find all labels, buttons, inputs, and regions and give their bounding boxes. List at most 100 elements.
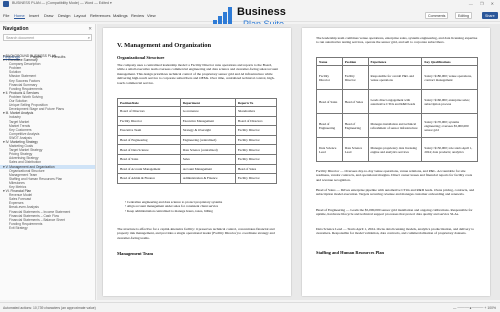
tab-draw[interactable]: Draw [44,13,53,18]
table-cell: Facility Director [316,65,343,90]
bullet-item: Keep administration centralized to manag… [125,209,281,213]
zoom-slider[interactable]: — ─────●───── + 100% [453,306,496,310]
table-row: Head of Account Management Account Manage… [117,163,278,175]
editing-mode-button[interactable]: Editing [455,12,472,19]
table-header: Experience [367,57,423,66]
paragraph-data-science-lead: Data Science Lead — Starts April 1, 2024… [316,227,475,236]
table-row: Executive Team Strategy & Oversight Facili… [117,125,278,136]
table-header: Position [341,57,369,66]
table-cell: Head of Data Science [117,144,181,155]
window-controls[interactable]: — ❐ ✕ [469,1,497,6]
table-cell: Facility Director [117,115,181,127]
close-icon[interactable]: ✕ [88,26,92,32]
tab-home[interactable]: Home [14,13,25,19]
table-cell: Salary: $150,000; role starts April 1, 2… [421,137,478,162]
table-cell: Shareholders [234,106,278,117]
table-cell: Facility Director [234,173,278,184]
table-cell: Strategy & Oversight [179,125,236,136]
table-cell: Board of Directors [234,115,278,127]
table-cell: Head of Sales [117,153,181,165]
table-cell: Responsible for overall P&L and venue op… [367,65,423,90]
table-cell: Data Science (centralized) [179,144,236,155]
table-cell: Governance [179,106,236,117]
table-header: Name [316,57,343,66]
table-cell: Head of Engineering [341,113,369,138]
table-header: Position/Role [117,98,181,107]
tab-layout[interactable]: Layout [74,13,86,18]
word-app-icon [3,1,9,7]
navigation-title: Navigation [3,26,29,32]
tab-mailings[interactable]: Mailings [113,13,128,18]
table-cell: Head of Engineering [316,113,343,138]
paragraph-facility-director: Facility Director — Oversees day-to-day … [316,169,473,182]
table-cell: Head of Admin & Finance [117,173,181,184]
table-cell: Head of Engineering [117,134,181,146]
table-cell: Head of Account Management [117,163,181,175]
logo-text-line1: Business [237,6,286,18]
subheading-organizational-structure: Organizational Structure [117,55,165,60]
headings-list: ▾ BACKGROUND BUSINESS PLAN ▾ I. Executive… [0,54,95,230]
table-cell: Head of Sales [316,89,343,114]
tab-insert[interactable]: Insert [29,13,39,18]
table-cell: Administration & Finance [179,173,236,184]
table-header: Department [179,98,236,107]
tab-view[interactable]: View [147,13,156,18]
table-cell: Facility Director [234,144,278,155]
tab-file[interactable]: File [3,13,9,18]
table-row: Facility Director Executive Management Boa… [117,115,278,127]
table-header: Reports To [234,98,278,107]
management-team-table: Name Position Experience Key Qualificati… [316,57,478,162]
table-cell: Head of Sales [341,89,369,114]
table-row: Data Science Lead Data Science Lead Manage… [316,137,478,162]
subheading-management-team: Management Team [117,251,153,256]
tab-references[interactable]: References [90,13,110,18]
bullet-list: Centralize engineering and data science … [125,200,281,213]
navigation-search-input[interactable]: Search document ⌕ [3,34,92,41]
paragraph-head-of-engineering: Head of Engineering — Leads the $5,000,0… [316,208,473,217]
table-cell: Sales [179,153,236,165]
table-cell: Manages installation and technical refre… [367,113,423,138]
comments-button[interactable]: Comments [425,12,449,19]
navigation-tabs: Headings Pages Results [3,45,72,60]
table-row: Head of Data Science Data Science (centra… [117,144,278,155]
table-cell: Facility Director [234,153,278,165]
paragraph-intro: The company uses a centralized leadershi… [117,63,279,85]
paragraph-outro: The structure is effective for a capital… [117,227,275,240]
document-title: BUSINESS PLAN — (Compatibility Mode) — W… [12,1,112,5]
table-cell: Executive Management [179,115,236,127]
status-text: Automated actions: 10,739 characters (an… [3,306,96,310]
navigation-pane: Navigation ✕ Search document ⌕ Headings … [0,24,96,300]
table-row: Head of Engineering Engineering (centrali… [117,134,278,146]
org-structure-table: Position/Role Department Reports To Boar… [117,98,278,184]
table-row: Head of Sales Sales Facility Director [117,153,278,165]
tab-review[interactable]: Review [131,13,144,18]
table-cell: Facility Director [234,125,278,136]
table-row: Head of Sales Head of Sales Leads direct e… [316,89,478,114]
table-cell: Head of Sales [234,163,278,175]
nav-heading-item[interactable]: Exit Strategy [0,226,95,230]
document-page-left[interactable]: V. Management and Organization Organizat… [103,28,291,296]
table-cell: Leads direct engagement with automotive … [367,89,423,114]
table-cell: Salary: $180,000; venue operations, cont… [421,65,478,90]
table-cell: Board of Directors [117,106,181,117]
table-header: Key Qualifications [421,57,478,66]
table-row: Facility Director Facility Director Respon… [316,65,478,90]
search-icon[interactable]: ⌕ [88,35,90,40]
paragraph-head-of-sales: Head of Sales — Drives enterprise pipeli… [316,188,475,197]
table-cell: Executive Team [117,125,181,136]
table-row: Board of Directors Governance Shareholders [117,106,278,117]
tab-design[interactable]: Design [58,13,70,18]
search-placeholder: Search document [6,36,35,40]
table-row: Head of Engineering Head of Engineering Ma… [316,113,478,138]
share-button[interactable]: Share [482,12,498,19]
document-page-right[interactable]: The leadership team combines venue opera… [302,28,490,296]
table-cell: Facility Director [234,134,278,146]
table-cell: Account Management [179,163,236,175]
document-area[interactable]: V. Management and Organization Organizat… [97,24,500,300]
status-bar: Automated actions: 10,739 characters (an… [0,302,500,312]
subheading-staffing: Staffing and Human Resources Plan [316,250,384,255]
table-cell: Engineering (centralized) [179,134,236,146]
table-cell: Facility Director [341,65,369,90]
paragraph-team-intro: The leadership team combines venue opera… [316,36,478,45]
table-cell: Salary: $170,000; systems engineering; o… [421,113,478,138]
